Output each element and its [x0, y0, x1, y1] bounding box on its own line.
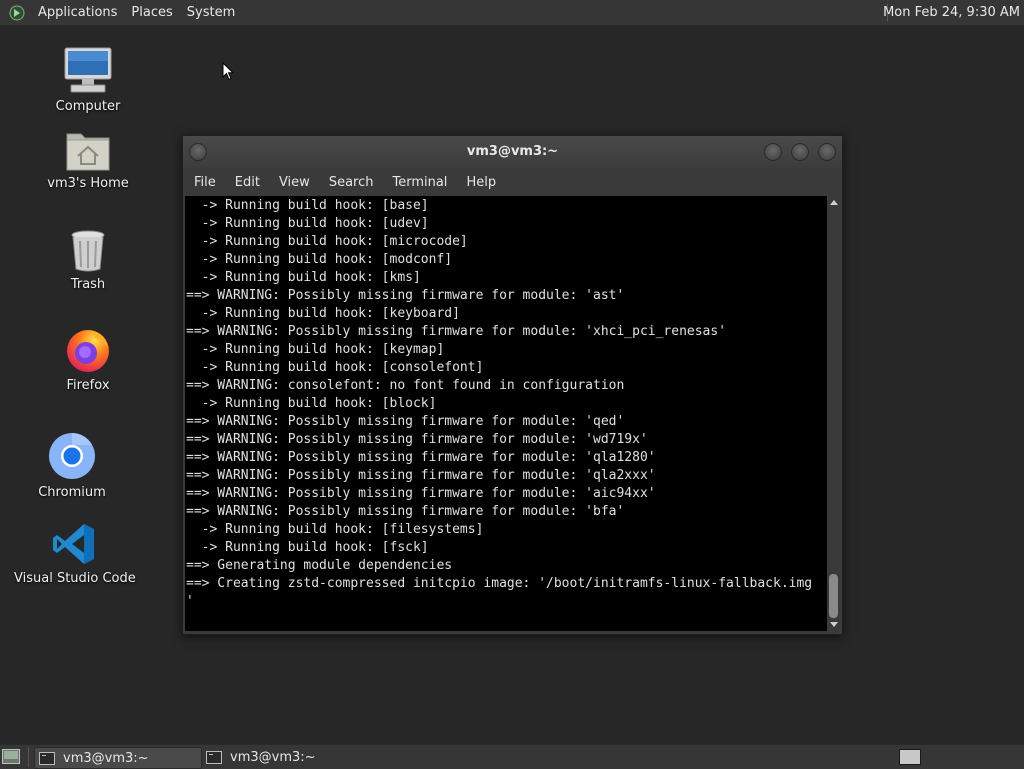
terminal-line: -> Running build hook: [keyboard]	[186, 306, 460, 321]
terminal-line: -> Running build hook: [consolefont]	[186, 360, 484, 375]
desktop-icon-trash[interactable]: Trash	[58, 229, 118, 292]
terminal-line: -> Running build hook: [modconf]	[186, 252, 453, 267]
terminal-line: ==> WARNING: Possibly missing firmware f…	[186, 288, 625, 303]
clock[interactable]: Mon Feb 24, 9:30 AM	[883, 5, 1020, 20]
mouse-cursor-icon	[222, 62, 234, 81]
terminal-line: -> Running build hook: [filesystems]	[186, 522, 484, 537]
taskbar-item-label: vm3@vm3:~	[230, 749, 316, 765]
terminal-icon	[39, 751, 55, 765]
desktop-icon-computer[interactable]: Computer	[48, 45, 128, 114]
desktop-icon-firefox[interactable]: Firefox	[58, 326, 118, 393]
desktop-icon-label: Visual Studio Code	[14, 571, 136, 586]
terminal-line: -> Running build hook: [udev]	[186, 216, 429, 231]
desktop-icon-vscode[interactable]: Visual Studio Code	[14, 521, 136, 586]
desktop-icon-label: Chromium	[38, 485, 106, 500]
desktop-icon-chromium[interactable]: Chromium	[38, 431, 106, 500]
minimize-button[interactable]	[764, 143, 782, 161]
desktop-icon-label: vm3's Home	[47, 176, 129, 191]
places-menu[interactable]: Places	[124, 5, 179, 20]
panel-separator	[28, 747, 29, 767]
home-folder-icon	[66, 133, 110, 171]
terminal-line: -> Running build hook: [fsck]	[186, 540, 429, 555]
terminal-line: ==> Creating zstd-compressed initcpio im…	[186, 576, 813, 591]
desktop-icon-label: Trash	[70, 277, 106, 292]
terminal-line: ==> Generating module dependencies	[186, 558, 453, 573]
terminal-icon	[206, 750, 222, 764]
top-panel: Applications Places System Mon Feb 24, 9…	[0, 0, 1024, 26]
menu-file[interactable]: File	[183, 175, 224, 190]
chromium-icon	[49, 433, 95, 479]
terminal-line: -> Running build hook: [keymap]	[186, 342, 445, 357]
vscode-icon	[53, 524, 94, 564]
workspace-switcher[interactable]	[899, 749, 921, 765]
terminal-window[interactable]: vm3@vm3:~ File Edit View Search Terminal…	[182, 135, 843, 635]
menu-view[interactable]: View	[268, 175, 318, 190]
terminal-line: -> Running build hook: [base]	[186, 198, 429, 213]
maximize-button[interactable]	[791, 143, 809, 161]
taskbar-item-label: vm3@vm3:~	[63, 750, 149, 766]
terminal-line: ==> WARNING: consolefont: no font found …	[186, 378, 625, 393]
terminal-line: '	[186, 594, 194, 609]
computer-icon	[64, 47, 112, 93]
terminal-line: -> Running build hook: [kms]	[186, 270, 421, 285]
scroll-up-icon[interactable]	[830, 200, 838, 205]
terminal-line: -> Running build hook: [block]	[186, 396, 437, 411]
terminal-text: -> Running build hook: [base] -> Running…	[185, 196, 827, 611]
system-menu[interactable]: System	[180, 5, 242, 20]
menu-help[interactable]: Help	[455, 175, 504, 190]
taskbar-item-terminal[interactable]: vm3@vm3:~	[202, 747, 368, 767]
menu-edit[interactable]: Edit	[224, 175, 268, 190]
close-button[interactable]	[818, 143, 836, 161]
terminal-line: -> Running build hook: [microcode]	[186, 234, 468, 249]
terminal-output[interactable]: -> Running build hook: [base] -> Running…	[185, 196, 827, 631]
distro-logo-icon[interactable]	[9, 5, 25, 21]
terminal-titlebar[interactable]: vm3@vm3:~	[183, 136, 842, 168]
scroll-down-icon[interactable]	[830, 622, 838, 627]
show-desktop-icon[interactable]	[2, 749, 20, 764]
terminal-line: ==> WARNING: Possibly missing firmware f…	[186, 486, 656, 501]
terminal-line: ==> WARNING: Possibly missing firmware f…	[186, 432, 648, 447]
taskbar-item-terminal-active[interactable]: vm3@vm3:~	[34, 747, 202, 769]
terminal-scrollbar[interactable]	[827, 196, 840, 631]
applications-menu[interactable]: Applications	[31, 5, 124, 20]
scrollbar-thumb[interactable]	[829, 574, 838, 618]
desktop-icon-label: Computer	[55, 99, 121, 114]
terminal-menubar: File Edit View Search Terminal Help	[183, 168, 842, 196]
terminal-line: ==> WARNING: Possibly missing firmware f…	[186, 468, 656, 483]
terminal-line: ==> WARNING: Possibly missing firmware f…	[186, 324, 727, 339]
bottom-panel: vm3@vm3:~ vm3@vm3:~	[0, 744, 1024, 769]
menu-search[interactable]: Search	[318, 175, 382, 190]
terminal-line: ==> WARNING: Possibly missing firmware f…	[186, 504, 625, 519]
desktop-icon-label: Firefox	[66, 378, 110, 393]
menu-terminal[interactable]: Terminal	[381, 175, 455, 190]
desktop-icon-home[interactable]: vm3's Home	[44, 128, 132, 191]
trash-icon	[71, 230, 105, 272]
terminal-line: ==> WARNING: Possibly missing firmware f…	[186, 414, 625, 429]
terminal-line: ==> WARNING: Possibly missing firmware f…	[186, 450, 656, 465]
firefox-icon	[67, 330, 109, 372]
terminal-title: vm3@vm3:~	[466, 144, 559, 159]
